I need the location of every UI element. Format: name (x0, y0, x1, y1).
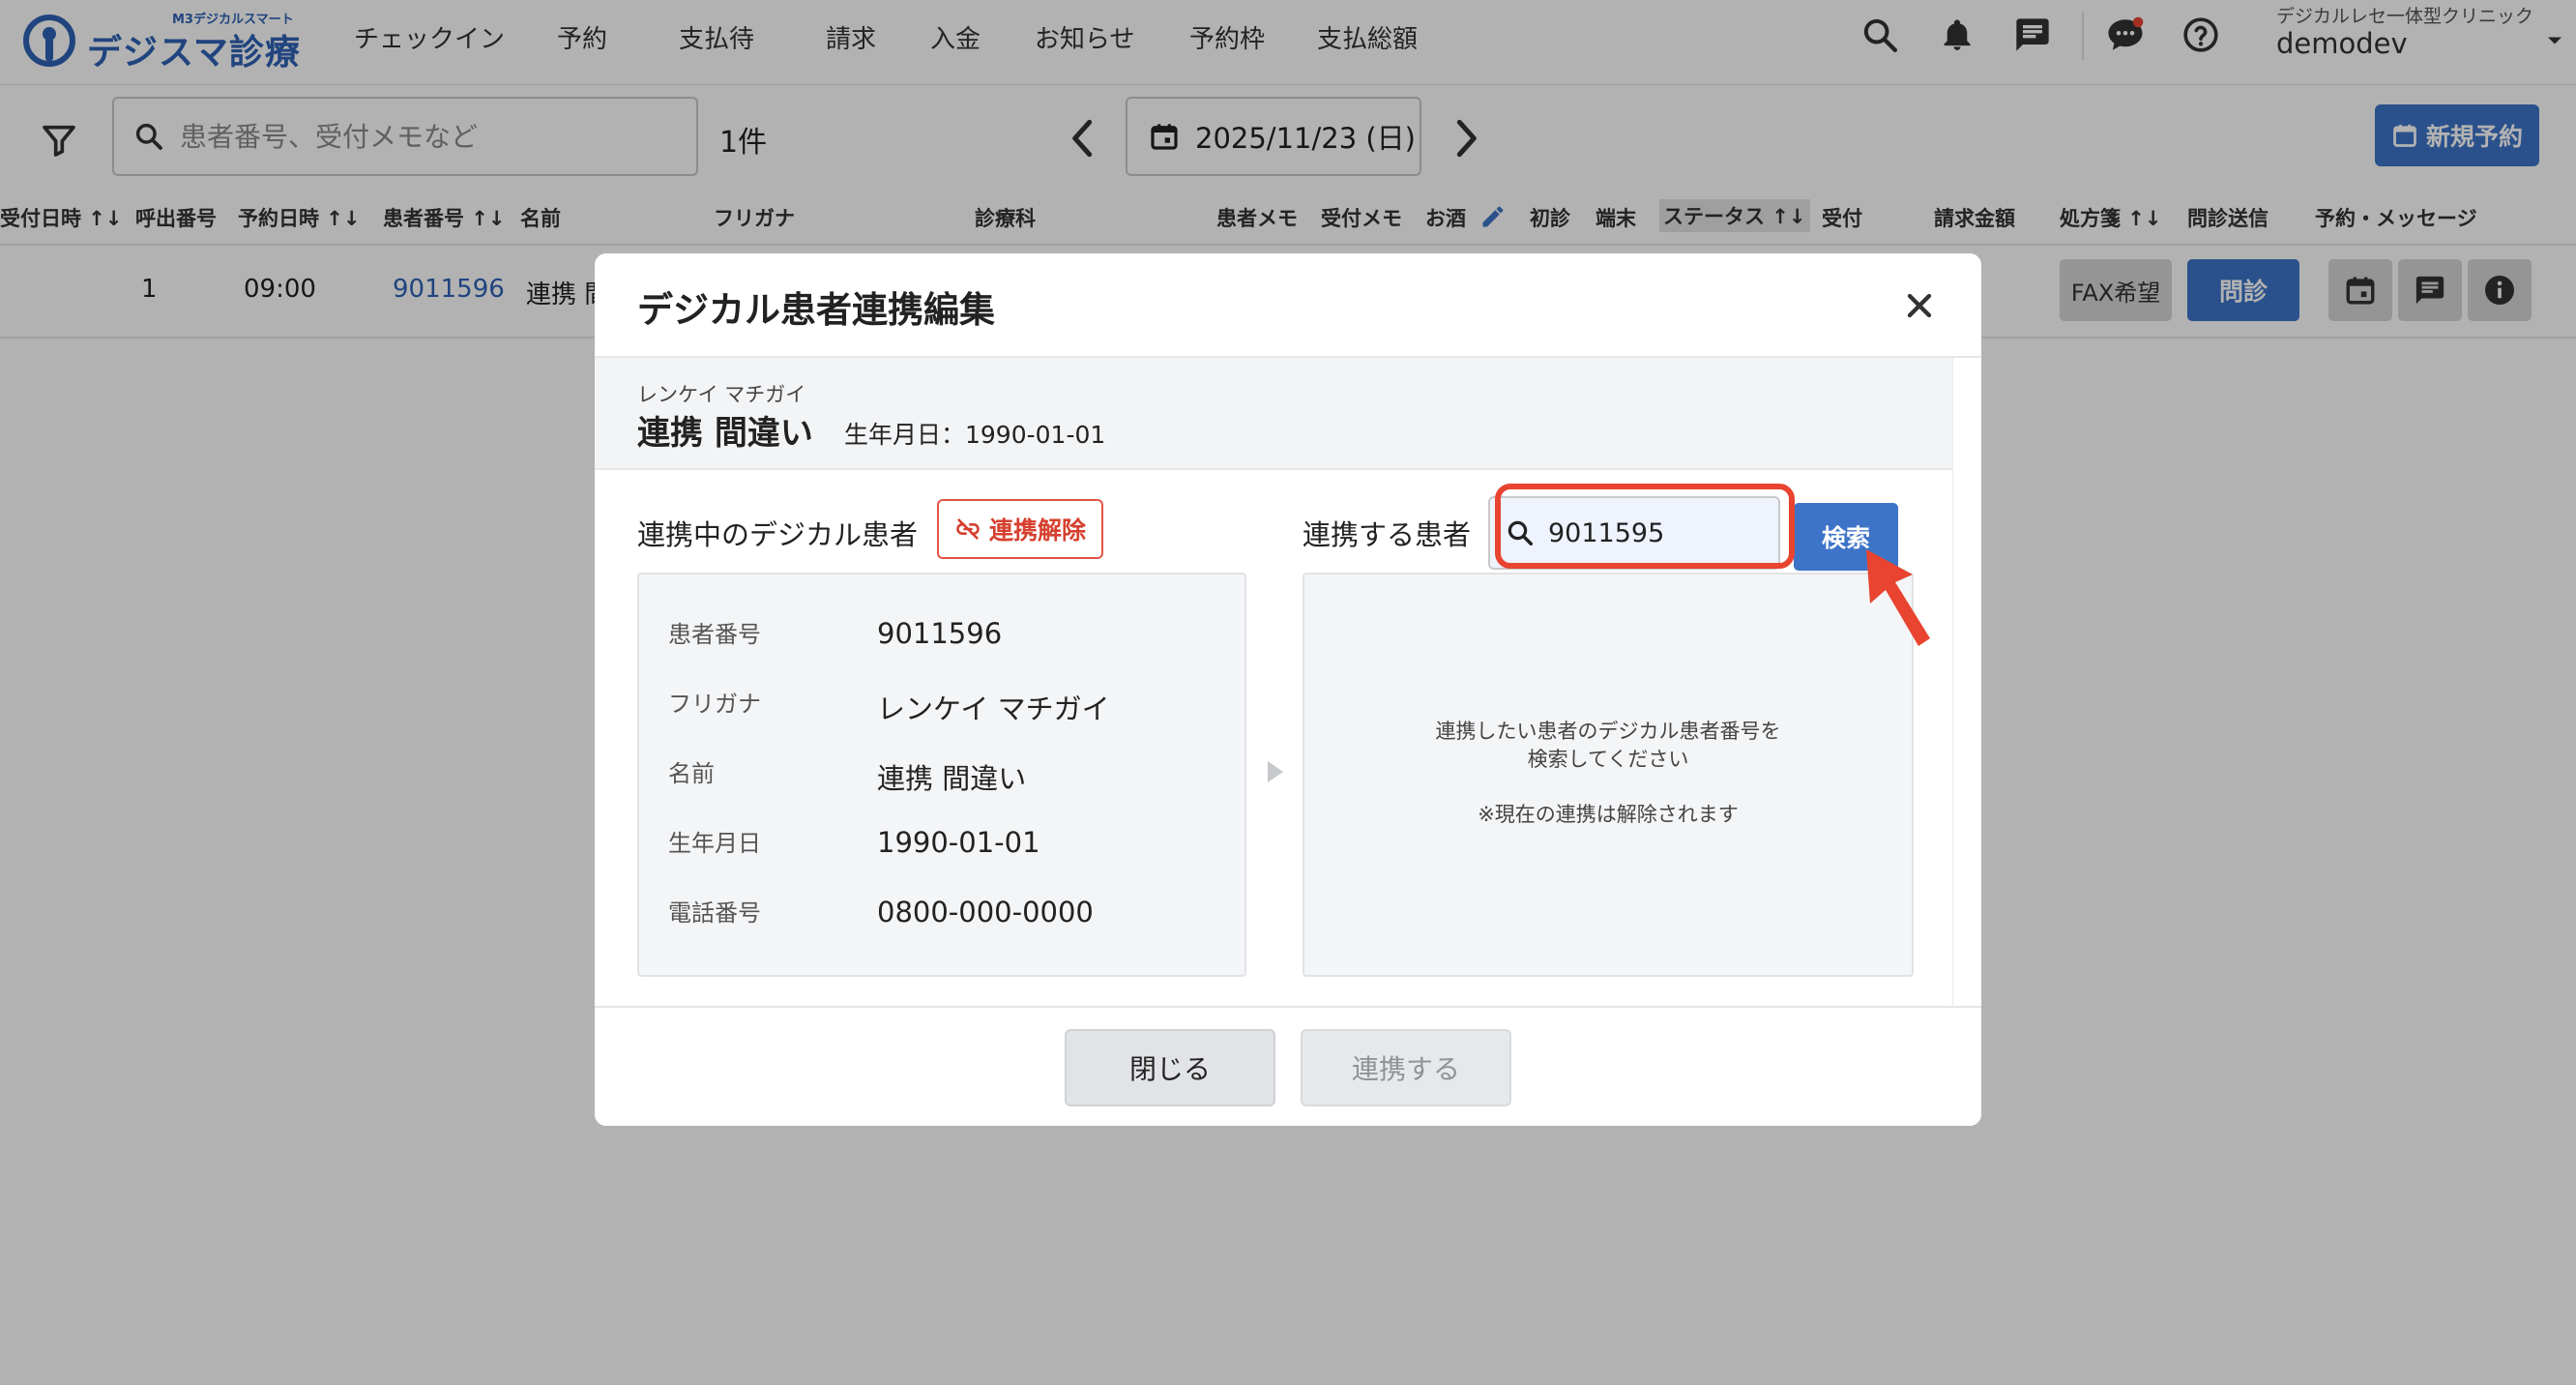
link-button[interactable]: 連携する (1301, 1029, 1511, 1106)
info-label: フリガナ (668, 691, 761, 718)
info-value: 連携 間違い (877, 762, 1027, 795)
info-value: 1990-01-01 (877, 826, 1040, 859)
info-row: 生年月日 1990-01-01 (668, 824, 1210, 863)
info-value: 9011596 (877, 617, 1003, 650)
linked-patient-info: 患者番号 9011596 フリガナ レンケイ マチガイ 名前 連携 間違い 生年… (637, 573, 1246, 977)
close-button[interactable]: 閉じる (1065, 1029, 1275, 1106)
info-row: フリガナ レンケイ マチガイ (668, 685, 1210, 725)
dialog-title: デジカル患者連携編集 (637, 289, 995, 331)
info-row: 患者番号 9011596 (668, 615, 1210, 654)
info-label: 生年月日 (668, 830, 761, 857)
search-result-panel: 連携したい患者のデジカル患者番号を 検索してください ※現在の連携は解除されます (1303, 573, 1914, 977)
info-row: 電話番号 0800-000-0000 (668, 894, 1210, 932)
pointer-arrow-icon (1866, 549, 1930, 646)
dialog-body: レンケイ マチガイ 連携 間違い 生年月日：1990-01-01 連携中のデジカ… (595, 358, 1952, 1006)
target-patient-heading: 連携する患者 (1303, 518, 1472, 551)
search-instruction-line2: 検索してください (1527, 748, 1689, 771)
info-value: 0800-000-0000 (877, 896, 1094, 928)
unlink-label: 連携解除 (988, 516, 1086, 545)
patient-name: 連携 間違い (637, 414, 813, 453)
dialog-scrollbar[interactable] (1952, 358, 1981, 1006)
info-label: 患者番号 (668, 621, 761, 648)
link-off-icon (956, 518, 980, 540)
close-button-label: 閉じる (1128, 1053, 1211, 1085)
unlink-warning-note: ※現在の連携は解除されます (1478, 803, 1739, 826)
patient-dob: 生年月日：1990-01-01 (844, 421, 1106, 449)
info-row: 名前 連携 間違い (668, 754, 1210, 795)
linked-patient-heading: 連携中のデジカル患者 (637, 518, 919, 551)
info-label: 名前 (668, 760, 715, 787)
dialog-footer: 閉じる 連携する (595, 1006, 1981, 1126)
patient-kana: レンケイ マチガイ (637, 383, 806, 406)
unlink-button[interactable]: 連携解除 (937, 499, 1103, 559)
search-instruction: 連携したい患者のデジカル患者番号を 検索してください (1304, 718, 1912, 774)
digikar-link-edit-dialog: デジカル患者連携編集 レンケイ マチガイ 連携 間違い 生年月日：1990-01… (595, 253, 1981, 1126)
arrow-right-icon (1268, 761, 1283, 782)
patient-summary: レンケイ マチガイ 連携 間違い 生年月日：1990-01-01 (595, 358, 1952, 470)
search-instruction-line1: 連携したい患者のデジカル患者番号を (1435, 720, 1781, 743)
close-icon[interactable] (1900, 286, 1939, 325)
info-value: レンケイ マチガイ (877, 692, 1110, 725)
info-label: 電話番号 (668, 899, 761, 927)
link-button-label: 連携する (1351, 1053, 1460, 1085)
dialog-header: デジカル患者連携編集 (595, 253, 1981, 358)
search-field-highlight (1495, 484, 1795, 569)
